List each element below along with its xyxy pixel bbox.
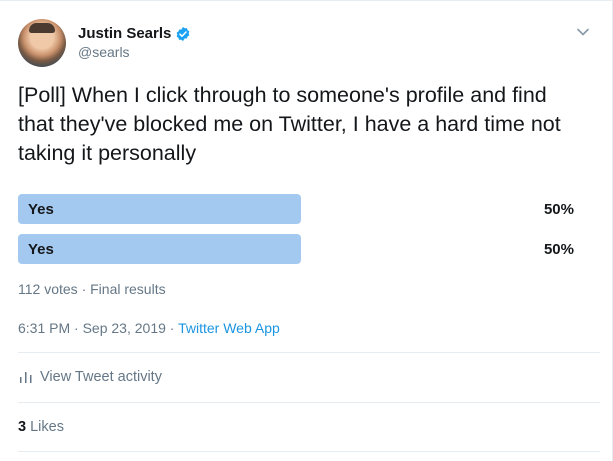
poll-option-label: Yes — [28, 241, 54, 258]
author-names: Justin Searls @searls — [78, 25, 191, 62]
poll-option-label: Yes — [28, 201, 54, 218]
poll-option-percent: 50% — [543, 201, 574, 218]
tweet-text: [Poll] When I click through to someone's… — [18, 83, 561, 165]
poll-option-bar — [18, 234, 301, 264]
poll-option: Yes 50% — [18, 194, 578, 224]
poll-option-bar — [18, 194, 301, 224]
tweet-date[interactable]: Sep 23, 2019 — [83, 320, 166, 336]
view-activity-button[interactable]: View Tweet activity — [18, 369, 162, 385]
display-name[interactable]: Justin Searls — [78, 25, 171, 43]
tweet-header: Justin Searls @searls — [18, 19, 191, 67]
separator: · — [74, 320, 79, 336]
divider — [18, 402, 600, 403]
name-row: Justin Searls — [78, 25, 191, 43]
verified-badge-icon — [177, 26, 190, 41]
tweet-source-link[interactable]: Twitter Web App — [178, 320, 280, 336]
likes-count: 3 — [18, 419, 27, 435]
tweet-time[interactable]: 6:31 PM — [18, 320, 70, 336]
poll-option: Yes 50% — [18, 234, 578, 264]
poll-option-percent: 50% — [543, 241, 574, 258]
poll-votes: 112 votes — [18, 281, 78, 297]
avatar[interactable] — [18, 19, 66, 67]
poll: Yes 50% Yes 50% — [18, 194, 578, 274]
tweet-card: Justin Searls @searls [Poll] When I clic… — [0, 0, 613, 461]
divider — [18, 451, 600, 452]
bar-chart-icon — [20, 372, 32, 383]
divider — [18, 352, 600, 353]
user-handle[interactable]: @searls — [78, 43, 191, 62]
poll-meta: 112 votes · Final results — [18, 281, 166, 297]
view-activity-label: View Tweet activity — [40, 369, 162, 385]
likes-link[interactable]: 3 Likes — [18, 419, 64, 435]
chevron-down-icon[interactable] — [576, 25, 590, 39]
separator: · — [81, 281, 87, 297]
separator: · — [169, 320, 175, 336]
poll-status: Final results — [90, 281, 166, 297]
timestamp-row: 6:31 PM · Sep 23, 2019 · Twitter Web App — [18, 320, 280, 336]
likes-label: Likes — [30, 419, 64, 435]
